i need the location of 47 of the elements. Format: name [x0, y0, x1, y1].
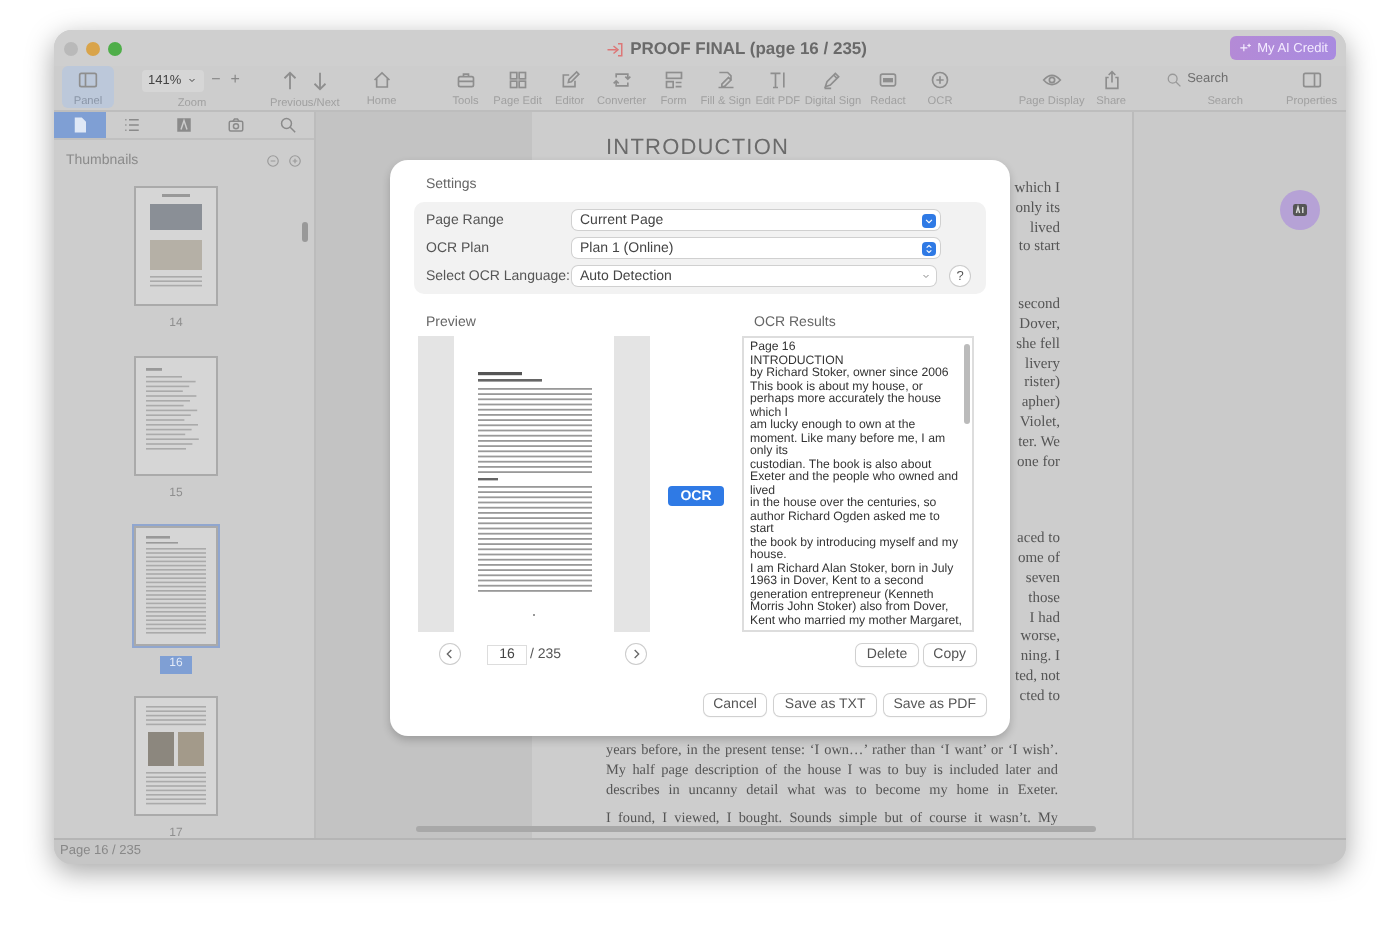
chevron-down-icon [185, 74, 198, 86]
page-thumbnail[interactable] [132, 694, 220, 818]
document-icon [606, 39, 625, 57]
page-thumbnail[interactable] [132, 354, 220, 478]
scrollbar[interactable] [416, 826, 1096, 832]
minimize-window-button[interactable] [86, 41, 100, 55]
redact-icon [878, 70, 899, 90]
search-icon [278, 116, 298, 134]
pen-icon [822, 70, 843, 90]
zoom-window-button[interactable] [108, 41, 122, 55]
zoom-in-button[interactable]: + [228, 70, 242, 90]
toolbox-icon [455, 70, 476, 90]
share-icon [1101, 70, 1122, 90]
form-icon [663, 70, 684, 90]
chevron-down-icon [922, 213, 936, 227]
scrollbar[interactable] [964, 344, 970, 424]
zoom-out-button[interactable]: − [209, 70, 223, 90]
scan-icon [930, 70, 951, 90]
sidebar-layout-icon [78, 70, 98, 90]
zoom-out-icon[interactable] [266, 153, 280, 167]
camera-icon [226, 116, 246, 134]
next-page-button[interactable] [626, 644, 646, 664]
chevron-down-icon [920, 270, 933, 282]
text-cursor-icon [767, 70, 788, 90]
panel-layout-icon [1301, 70, 1322, 90]
sign-pen-icon [715, 70, 736, 90]
scrollbar[interactable] [302, 222, 308, 242]
zoom-in-icon[interactable] [288, 153, 302, 167]
chevron-right-icon [628, 646, 644, 662]
previous-page-button[interactable] [440, 644, 460, 664]
assistant-icon [1288, 198, 1312, 222]
page-heading: INTRODUCTION [606, 136, 792, 164]
sparkle-icon [1237, 41, 1252, 55]
page-thumbnail[interactable] [132, 184, 220, 308]
convert-icon [611, 70, 632, 90]
edit-icon [559, 70, 580, 90]
search-icon [1165, 71, 1182, 87]
pages-tab[interactable] [54, 112, 106, 138]
chevron-left-icon [442, 646, 458, 662]
page-icon [70, 116, 90, 134]
list-icon [122, 116, 142, 134]
home-icon [371, 70, 392, 90]
grid-icon [507, 70, 528, 90]
eye-icon [1041, 70, 1062, 90]
window-title: PROOF FINAL (page 16 / 235) [630, 38, 867, 58]
page-thumbnail[interactable] [132, 524, 220, 648]
up-down-chevron-icon [922, 241, 936, 255]
